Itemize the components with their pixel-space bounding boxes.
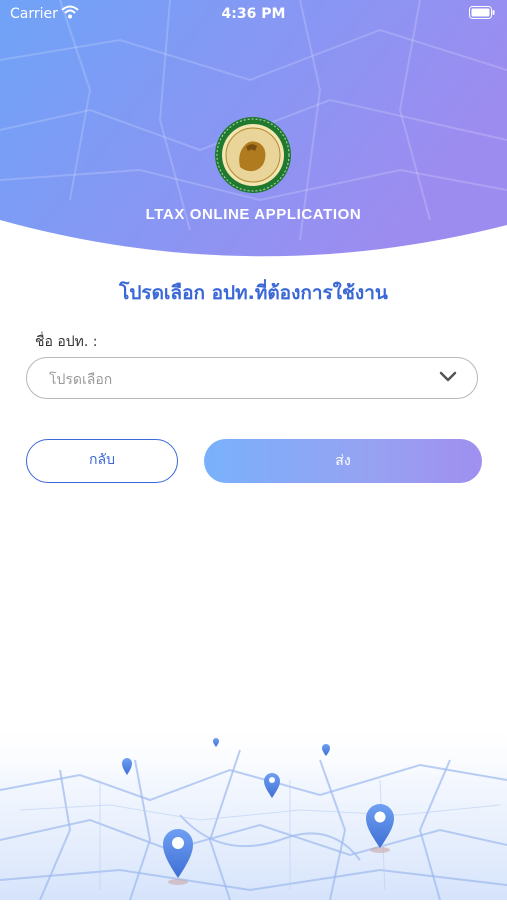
page-heading: โปรดเลือก อปท.ที่ต้องการใช้งาน xyxy=(119,282,388,304)
organization-select[interactable]: โปรดเลือก xyxy=(26,357,478,399)
back-button[interactable]: กลับ xyxy=(26,439,178,483)
send-button[interactable]: ส่ง xyxy=(204,439,482,483)
status-time: 4:36 PM xyxy=(221,6,286,22)
organization-field-label: ชื่อ อปท. : xyxy=(35,334,98,350)
organization-select-value: โปรดเลือก xyxy=(49,372,113,388)
app-title: LTAX ONLINE APPLICATION xyxy=(145,206,362,223)
map-illustration xyxy=(0,720,507,901)
status-bar: Carrier 4:36 PM xyxy=(0,0,507,28)
department-seal-logo xyxy=(213,115,293,199)
battery-icon xyxy=(469,6,495,19)
chevron-down-icon xyxy=(439,371,457,382)
